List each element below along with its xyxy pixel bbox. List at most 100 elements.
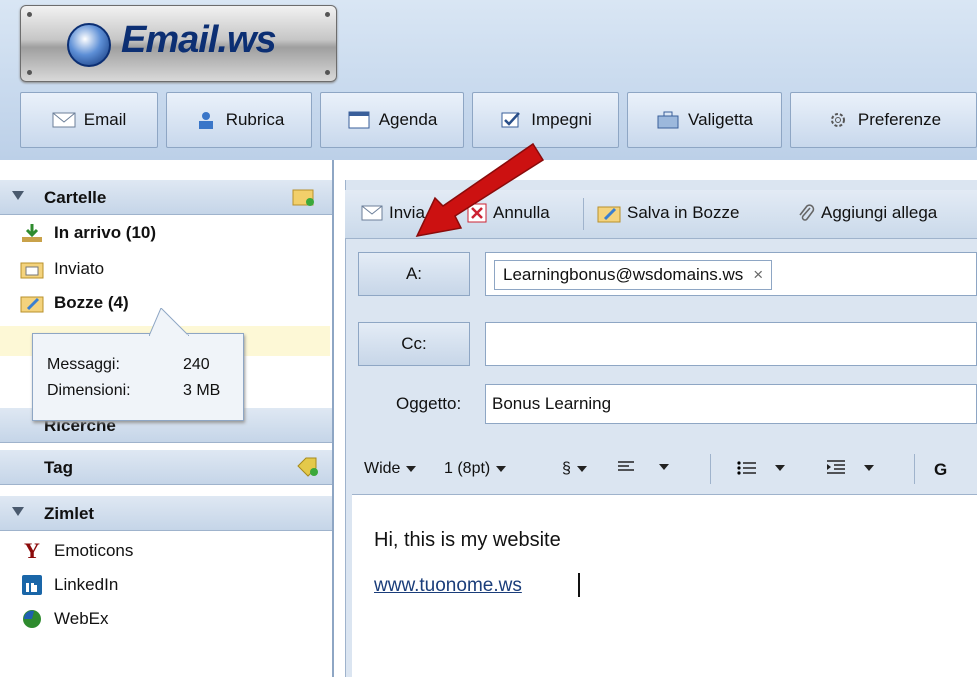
globe-icon <box>67 23 111 67</box>
inbox-arrow-icon <box>22 224 42 242</box>
bold-label: G <box>934 460 948 479</box>
chevron-down-icon <box>775 465 785 471</box>
body-link[interactable]: www.tuonome.ws <box>374 575 522 597</box>
nav-valigetta-button[interactable]: Valigetta <box>627 92 782 148</box>
contacts-icon <box>198 112 213 129</box>
collapse-triangle-icon[interactable] <box>12 507 24 516</box>
calendar-icon <box>348 111 370 129</box>
envelope-icon <box>52 112 76 128</box>
bold-button[interactable]: G <box>934 460 947 480</box>
envelope-icon <box>361 205 383 221</box>
screw-decoration <box>27 70 32 75</box>
recipient-address: Learningbonus@wsdomains.ws <box>503 265 744 284</box>
body-text: Hi, this is my website <box>374 529 561 551</box>
nav-impegni-label: Impegni <box>531 110 592 129</box>
nav-email-label: Email <box>83 110 127 129</box>
drafts-folder-icon <box>597 206 621 223</box>
folder-item-sent[interactable]: Inviato <box>20 254 104 284</box>
chevron-down-icon <box>659 464 669 470</box>
folder-label: Bozze (4) <box>54 293 129 312</box>
cc-button[interactable]: Cc: <box>358 322 470 366</box>
to-field[interactable]: Learningbonus@wsdomains.ws × <box>485 252 977 296</box>
yahoo-icon: Y <box>24 538 40 563</box>
folder-tooltip: Messaggi: 240 Dimensioni: 3 MB <box>32 308 244 421</box>
format-toolbar: Wide 1 (8pt) § G <box>352 448 977 492</box>
new-folder-icon[interactable] <box>292 186 316 208</box>
chevron-down-icon <box>406 466 417 472</box>
screw-decoration <box>325 70 330 75</box>
remove-recipient-icon[interactable]: × <box>753 265 763 285</box>
bullet-list-select[interactable] <box>737 460 785 476</box>
red-arrow-annotation <box>415 142 545 237</box>
gear-icon <box>830 113 845 127</box>
indent-icon <box>827 460 845 474</box>
cc-label: Cc: <box>401 334 427 353</box>
checkbox-icon <box>501 112 521 128</box>
nav-rubrica-label: Rubrica <box>225 110 285 129</box>
tag-header[interactable]: Tag <box>0 450 332 485</box>
save-draft-label: Salva in Bozze <box>627 203 740 222</box>
zimlet-item-linkedin[interactable]: LinkedIn <box>20 570 118 600</box>
align-select[interactable] <box>617 460 669 474</box>
font-select[interactable]: Wide <box>364 460 417 478</box>
subject-label: Oggetto: <box>396 394 462 413</box>
tooltip-messages-label: Messaggi: <box>47 356 120 373</box>
collapse-triangle-icon[interactable] <box>12 191 24 200</box>
new-tag-icon[interactable] <box>296 456 320 478</box>
save-draft-button[interactable]: Salva in Bozze <box>597 203 739 223</box>
zimlet-header[interactable]: Zimlet <box>0 496 332 531</box>
zimlet-item-emoticons[interactable]: Y Emoticons <box>20 536 133 566</box>
nav-rubrica-button[interactable]: Rubrica <box>166 92 312 148</box>
to-label: A: <box>405 264 423 283</box>
webex-icon <box>23 610 41 628</box>
zimlet-label: LinkedIn <box>54 575 119 594</box>
tooltip-messages-value: 240 <box>183 356 210 373</box>
nav-valigetta-label: Valigetta <box>688 110 753 129</box>
app-logo[interactable]: Email.ws <box>20 5 337 82</box>
cc-field[interactable] <box>485 322 977 366</box>
nav-email-button[interactable]: Email <box>20 92 158 148</box>
zimlet-label: Emoticons <box>54 541 134 560</box>
chevron-down-icon <box>864 465 874 471</box>
nav-preferenze-button[interactable]: Preferenze <box>790 92 977 148</box>
chevron-down-icon <box>576 466 587 472</box>
toolbar-separator <box>914 454 915 484</box>
attach-button[interactable]: Aggiungi allega <box>797 203 937 223</box>
folder-item-drafts[interactable]: Bozze (4) <box>20 288 129 318</box>
brand-name: Email.ws <box>121 19 277 61</box>
briefcase-icon <box>657 111 679 129</box>
nav-agenda-label: Agenda <box>378 110 438 129</box>
tooltip-size-value: 3 MB <box>183 382 221 399</box>
attach-label: Aggiungi allega <box>821 203 938 222</box>
paperclip-icon <box>799 204 815 221</box>
to-button[interactable]: A: <box>358 252 470 296</box>
zimlet-label: WebEx <box>54 609 109 628</box>
folders-title: Cartelle <box>44 188 107 207</box>
zimlet-title: Zimlet <box>44 504 95 523</box>
folders-header[interactable]: Cartelle <box>0 180 332 215</box>
text-cursor <box>578 573 580 597</box>
recipient-chip[interactable]: Learningbonus@wsdomains.ws × <box>494 260 773 290</box>
tooltip-pointer <box>149 308 189 336</box>
tooltip-size-label: Dimensioni: <box>47 382 131 399</box>
screw-decoration <box>325 12 330 17</box>
paragraph-select[interactable]: § <box>562 460 587 478</box>
sent-folder-icon <box>20 262 44 279</box>
align-left-icon <box>618 461 634 471</box>
linkedin-icon <box>22 575 42 595</box>
nav-preferenze-label: Preferenze <box>857 110 942 129</box>
indent-select[interactable] <box>826 460 874 476</box>
drafts-folder-icon <box>20 296 44 313</box>
bullet-list-icon <box>737 461 756 475</box>
size-value: 1 (8pt) <box>444 460 491 477</box>
paragraph-value: § <box>562 460 571 477</box>
subject-value: Bonus Learning <box>492 394 612 413</box>
folder-item-inbox[interactable]: In arrivo (10) <box>20 218 156 248</box>
size-select[interactable]: 1 (8pt) <box>444 460 507 478</box>
folder-label: In arrivo (10) <box>54 223 157 242</box>
zimlet-item-webex[interactable]: WebEx <box>20 604 109 634</box>
subject-field[interactable]: Bonus Learning <box>485 384 977 424</box>
message-editor[interactable]: Hi, this is my website www.tuonome.ws <box>352 494 977 678</box>
screw-decoration <box>27 12 32 17</box>
tag-title: Tag <box>44 458 73 477</box>
